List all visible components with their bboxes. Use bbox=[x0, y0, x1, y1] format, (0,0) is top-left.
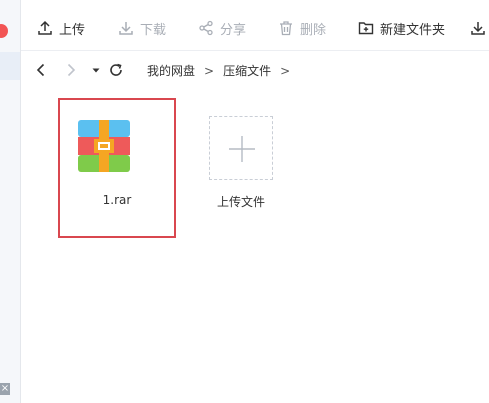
breadcrumb-separator: > bbox=[204, 63, 215, 78]
upload-file-label: 上传文件 bbox=[216, 195, 265, 209]
toolbar: 上传 下载 分享 删除 新建文件夹 bbox=[21, 12, 489, 44]
new-folder-icon bbox=[358, 20, 374, 36]
rar-archive-icon bbox=[78, 120, 130, 176]
breadcrumb: 我的网盘 > 压缩文件 > bbox=[147, 62, 299, 79]
plus-icon bbox=[229, 136, 255, 162]
navigation-bar: 我的网盘 > 压缩文件 > bbox=[21, 56, 489, 86]
share-button[interactable]: 分享 bbox=[198, 12, 246, 44]
breadcrumb-root[interactable]: 我的网盘 bbox=[147, 62, 195, 79]
share-icon bbox=[198, 20, 214, 36]
download-icon bbox=[118, 20, 134, 36]
left-sidebar-strip: × bbox=[0, 0, 21, 403]
sidebar-active-item[interactable] bbox=[0, 52, 20, 80]
back-icon[interactable] bbox=[33, 62, 49, 78]
trash-icon bbox=[278, 20, 294, 36]
new-folder-label: 新建文件夹 bbox=[380, 22, 446, 38]
delete-button[interactable]: 删除 bbox=[278, 12, 326, 44]
delete-label: 删除 bbox=[300, 22, 327, 38]
forward-icon[interactable] bbox=[63, 62, 79, 78]
more-download-button[interactable] bbox=[470, 12, 489, 44]
share-label: 分享 bbox=[220, 22, 247, 38]
breadcrumb-current[interactable]: 压缩文件 bbox=[223, 62, 271, 79]
breadcrumb-separator: > bbox=[280, 63, 291, 78]
toolbar-divider bbox=[21, 50, 489, 51]
refresh-icon[interactable] bbox=[108, 62, 124, 78]
file-name: 1.rar bbox=[102, 193, 132, 207]
download-label: 下载 bbox=[140, 22, 167, 38]
window-close-dot[interactable] bbox=[0, 24, 8, 38]
new-folder-button[interactable]: 新建文件夹 bbox=[358, 12, 445, 44]
download-button[interactable]: 下载 bbox=[118, 12, 166, 44]
upload-file-tile[interactable] bbox=[209, 116, 273, 180]
close-icon[interactable]: × bbox=[0, 383, 10, 395]
upload-button[interactable]: 上传 bbox=[37, 12, 85, 44]
file-item-rar[interactable]: 1.rar bbox=[58, 98, 176, 238]
history-dropdown-icon[interactable] bbox=[88, 62, 104, 78]
upload-label: 上传 bbox=[59, 22, 86, 38]
upload-icon bbox=[37, 20, 53, 36]
download-icon bbox=[470, 20, 486, 36]
